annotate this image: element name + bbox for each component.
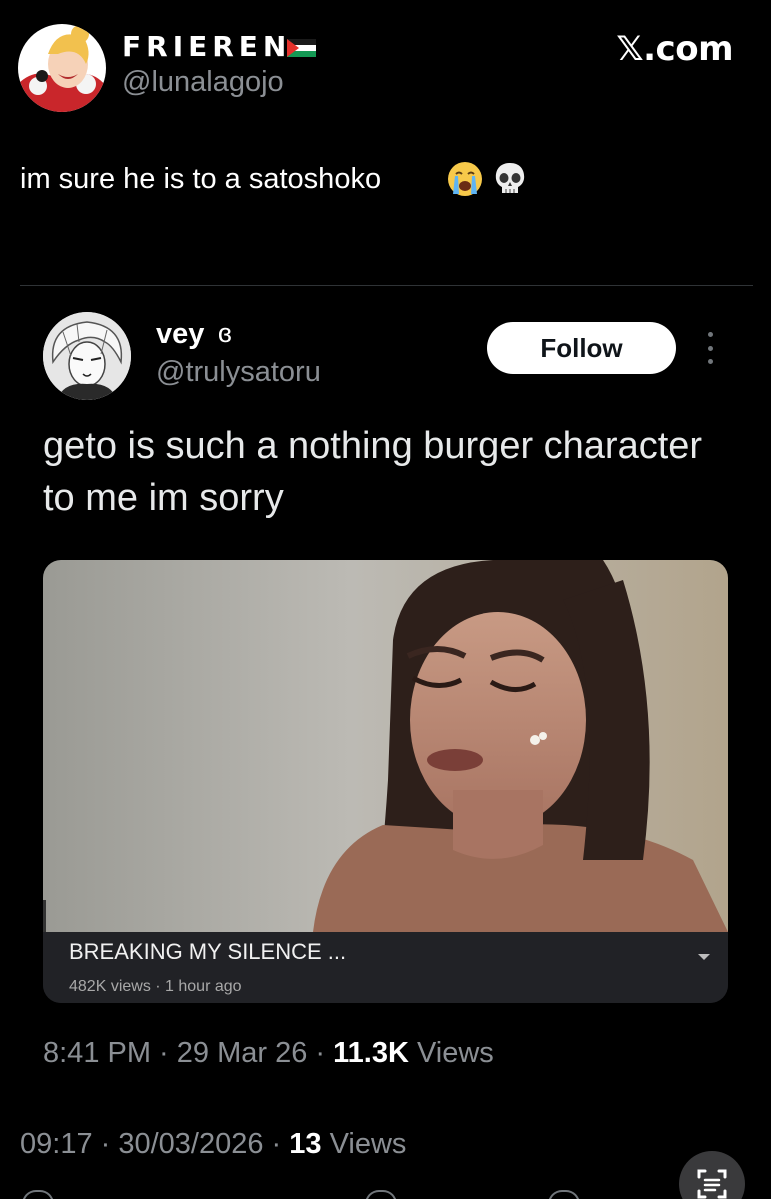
loudly-crying-face-icon xyxy=(448,162,482,196)
divider xyxy=(20,285,753,286)
text-scan-icon xyxy=(697,1169,727,1199)
quoted-timestamp: 8:41 PM · 29 Mar 26 · xyxy=(43,1037,334,1069)
quoted-author-handle[interactable]: @trulysatoru xyxy=(156,356,321,389)
quoted-author-avatar[interactable] xyxy=(43,312,131,400)
quoted-views-count: 11.3K xyxy=(333,1037,409,1069)
skull-icon xyxy=(495,163,525,193)
text-scan-button[interactable] xyxy=(679,1151,745,1199)
screenshot-page: FRIEREN @lunalagojo 𝕏.com im sure he is … xyxy=(0,0,771,1199)
author-avatar[interactable] xyxy=(18,24,106,112)
tweet-text: im sure he is to a satoshoko xyxy=(20,163,382,195)
tweet-views-count: 13 xyxy=(289,1128,322,1160)
reply-icon[interactable] xyxy=(22,1190,54,1199)
chevron-down-icon[interactable] xyxy=(697,952,711,962)
tweet-footer: 09:17 · 30/03/2026 · 13 Views xyxy=(20,1128,406,1161)
quoted-views-label: Views xyxy=(408,1037,494,1069)
video-meta: 482K views · 1 hour ago xyxy=(69,978,242,995)
follow-button[interactable]: Follow xyxy=(487,322,676,374)
video-info-bar: BREAKING MY SILENCE ... 482K views · 1 h… xyxy=(43,932,728,1003)
video-thumbnail xyxy=(43,560,728,932)
quoted-tweet-text: geto is such a nothing burger character … xyxy=(43,425,703,519)
bookmark-icon[interactable] xyxy=(548,1190,580,1199)
x-com-watermark: 𝕏.com xyxy=(616,29,733,69)
video-title: BREAKING MY SILENCE ... xyxy=(69,939,347,964)
tweet-views-label: Views xyxy=(321,1128,407,1160)
tweet-timestamp: 09:17 · 30/03/2026 · xyxy=(20,1128,290,1160)
quoted-author-emoticon: ɞ xyxy=(218,318,232,348)
more-options-icon[interactable] xyxy=(700,332,720,364)
video-card[interactable]: BREAKING MY SILENCE ... 482K views · 1 h… xyxy=(43,560,728,1003)
like-icon[interactable] xyxy=(365,1190,397,1199)
author-display-name[interactable]: FRIEREN xyxy=(122,30,291,63)
quoted-tweet-footer: 8:41 PM · 29 Mar 26 · 11.3K Views xyxy=(43,1037,494,1070)
author-handle[interactable]: @lunalagojo xyxy=(122,66,284,99)
quoted-author-name[interactable]: vey xyxy=(156,318,204,351)
palestine-flag-icon xyxy=(287,39,316,57)
